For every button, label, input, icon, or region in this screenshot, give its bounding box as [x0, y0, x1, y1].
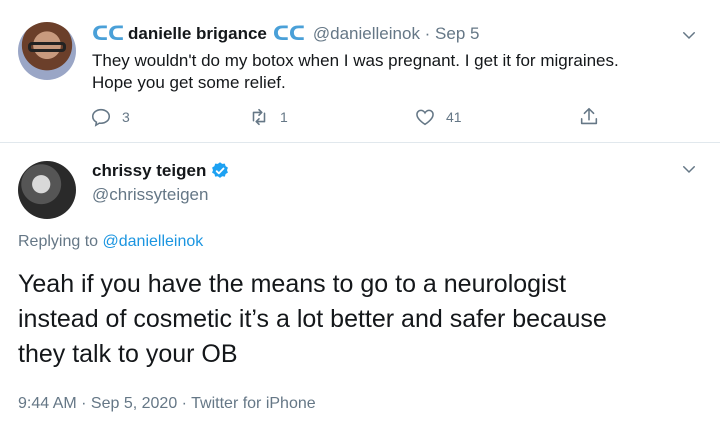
action-bar: 3 1 41 — [88, 106, 608, 132]
like-count: 41 — [446, 109, 462, 125]
tweet-text-line: instead of cosmetic it’s a lot better an… — [18, 305, 607, 333]
author-name-row: chrissy teigen — [92, 161, 230, 181]
avatar[interactable] — [18, 22, 76, 80]
retweet-count: 1 — [280, 109, 288, 125]
tweet-text: Yeah if you have the means to go to a ne… — [18, 267, 708, 372]
caret-down-icon[interactable] — [680, 26, 698, 44]
reply-button[interactable]: 3 — [90, 106, 130, 128]
like-icon — [416, 109, 434, 126]
reply-tweet-header: ᑕᑕ danielle brigance ᑕᑕ @danielleinok · … — [92, 24, 479, 44]
handle-and-time[interactable]: @danielleinok · Sep 5 — [313, 24, 480, 44]
retweet-button[interactable]: 1 — [248, 106, 288, 128]
avatar-glasses — [28, 42, 66, 52]
tweet-text-line: Yeah if you have the means to go to a ne… — [18, 270, 567, 298]
wave-emoji-icon: ᑕᑕ — [92, 23, 125, 45]
tweet-text-line: They wouldn't do my botox when I was pre… — [92, 51, 619, 70]
replying-to: Replying to @danielleinok — [18, 233, 203, 251]
like-button[interactable]: 41 — [414, 106, 462, 128]
tweet-text-line: Hope you get some relief. — [92, 73, 286, 92]
display-name[interactable]: chrissy teigen — [92, 161, 206, 181]
reply-tweet[interactable]: ᑕᑕ danielle brigance ᑕᑕ @danielleinok · … — [0, 0, 720, 142]
verified-badge-icon — [212, 162, 229, 178]
avatar[interactable] — [18, 161, 76, 219]
share-button[interactable] — [578, 106, 610, 128]
tweet-timestamp[interactable]: 9:44 AM · Sep 5, 2020 · Twitter for iPho… — [18, 395, 316, 413]
tweet-text: They wouldn't do my botox when I was pre… — [92, 50, 682, 94]
main-tweet: chrissy teigen @chrissyteigen Replying t… — [0, 143, 720, 432]
author-handle[interactable]: @chrissyteigen — [92, 185, 208, 205]
mention-link[interactable]: @danielleinok — [103, 233, 204, 250]
tweet-text-line: they talk to your OB — [18, 340, 238, 368]
reply-icon — [91, 108, 111, 127]
caret-down-icon[interactable] — [680, 160, 698, 178]
replying-prefix: Replying to — [18, 233, 99, 250]
reply-count: 3 — [122, 109, 130, 125]
display-name[interactable]: danielle brigance — [128, 24, 267, 44]
retweet-icon — [252, 108, 266, 126]
wave-emoji-icon: ᑕᑕ — [272, 23, 306, 45]
share-icon — [580, 107, 598, 125]
